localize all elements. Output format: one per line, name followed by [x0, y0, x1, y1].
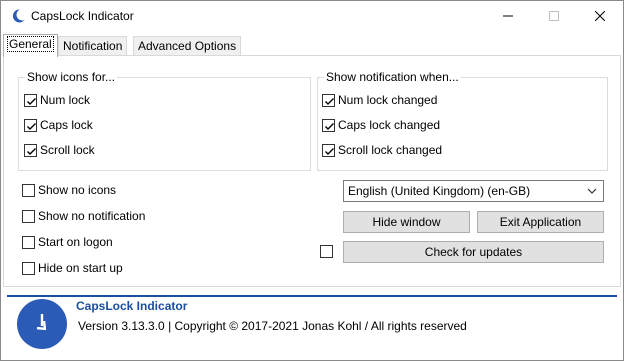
caps-lock-changed-label: Caps lock changed: [338, 118, 441, 132]
scroll-lock-changed-checkbox[interactable]: Scroll lock changed: [322, 142, 442, 158]
maximize-button[interactable]: [531, 1, 577, 31]
checkbox-box: [22, 261, 35, 275]
show-no-icons-checkbox[interactable]: Show no icons: [22, 182, 116, 198]
checkbox-box: [22, 209, 35, 223]
title-bar[interactable]: CapsLock Indicator: [1, 1, 623, 31]
checkbox-box: [24, 93, 37, 107]
footer-version-text: Version 3.13.3.0 | Copyright © 2017-2021…: [78, 319, 467, 333]
num-lock-changed-label: Num lock changed: [338, 93, 438, 107]
show-no-icons-label: Show no icons: [38, 183, 117, 197]
checkbox-box: [322, 118, 335, 132]
checkbox-box: [320, 244, 333, 258]
language-select[interactable]: English (United Kingdom) (en-GB): [343, 180, 604, 202]
check-for-updates-button[interactable]: Check for updates: [343, 241, 604, 263]
hide-on-start-up-label: Hide on start up: [38, 261, 123, 275]
tab-notification[interactable]: Notification: [58, 36, 128, 56]
checkbox-box: [22, 235, 35, 249]
app-moon-icon: [10, 8, 26, 24]
checkmark-icon: [325, 122, 334, 130]
checkmark-icon: [325, 97, 334, 105]
caps-lock-checkbox[interactable]: Caps lock: [24, 117, 93, 133]
scroll-lock-changed-label: Scroll lock changed: [338, 143, 443, 157]
show-no-notification-label: Show no notification: [38, 209, 146, 223]
hide-on-start-up-checkbox[interactable]: Hide on start up: [22, 260, 123, 276]
hide-window-button[interactable]: Hide window: [343, 211, 470, 233]
checkmark-icon: [27, 97, 36, 105]
capslock-logo-icon: [17, 299, 67, 349]
scroll-lock-checkbox[interactable]: Scroll lock: [24, 142, 95, 158]
checkmark-icon: [27, 147, 36, 155]
close-icon: [595, 11, 605, 21]
start-on-logon-label: Start on logon: [38, 235, 113, 249]
num-lock-label: Num lock: [40, 93, 91, 107]
checkbox-box: [24, 143, 37, 157]
check-updates-checkbox[interactable]: [320, 243, 336, 259]
minimize-icon: [503, 15, 513, 17]
close-button[interactable]: [577, 1, 623, 31]
client-area: General Notification Advanced Options Sh…: [1, 31, 623, 360]
num-lock-changed-checkbox[interactable]: Num lock changed: [322, 92, 437, 108]
footer-app-title: CapsLock Indicator: [76, 299, 188, 313]
show-icons-group-label: Show icons for...: [25, 70, 118, 84]
window-title: CapsLock Indicator: [31, 9, 134, 23]
general-tab-panel: Show icons for... Num lock Caps lock Scr…: [3, 55, 621, 287]
minimize-button[interactable]: [485, 1, 531, 31]
caps-lock-label: Caps lock: [40, 118, 93, 132]
show-no-notification-checkbox[interactable]: Show no notification: [22, 208, 145, 224]
show-notification-group-label: Show notification when...: [324, 70, 461, 84]
checkmark-icon: [325, 147, 334, 155]
footer-divider: [7, 295, 617, 297]
checkbox-box: [322, 143, 335, 157]
checkbox-box: [322, 93, 335, 107]
exit-application-button[interactable]: Exit Application: [477, 211, 604, 233]
checkmark-icon: [27, 122, 36, 130]
num-lock-checkbox[interactable]: Num lock: [24, 92, 90, 108]
checkbox-box: [22, 183, 35, 197]
caps-lock-changed-checkbox[interactable]: Caps lock changed: [322, 117, 440, 133]
chevron-down-icon: [587, 188, 597, 194]
tab-general[interactable]: General: [3, 34, 58, 57]
language-selected-value: English (United Kingdom) (en-GB): [348, 184, 531, 198]
start-on-logon-checkbox[interactable]: Start on logon: [22, 234, 113, 250]
scroll-lock-label: Scroll lock: [40, 143, 95, 157]
app-window: CapsLock Indicator General Notification …: [0, 0, 624, 361]
tab-advanced-options[interactable]: Advanced Options: [133, 36, 242, 56]
checkbox-box: [24, 118, 37, 132]
maximize-icon: [549, 11, 559, 21]
